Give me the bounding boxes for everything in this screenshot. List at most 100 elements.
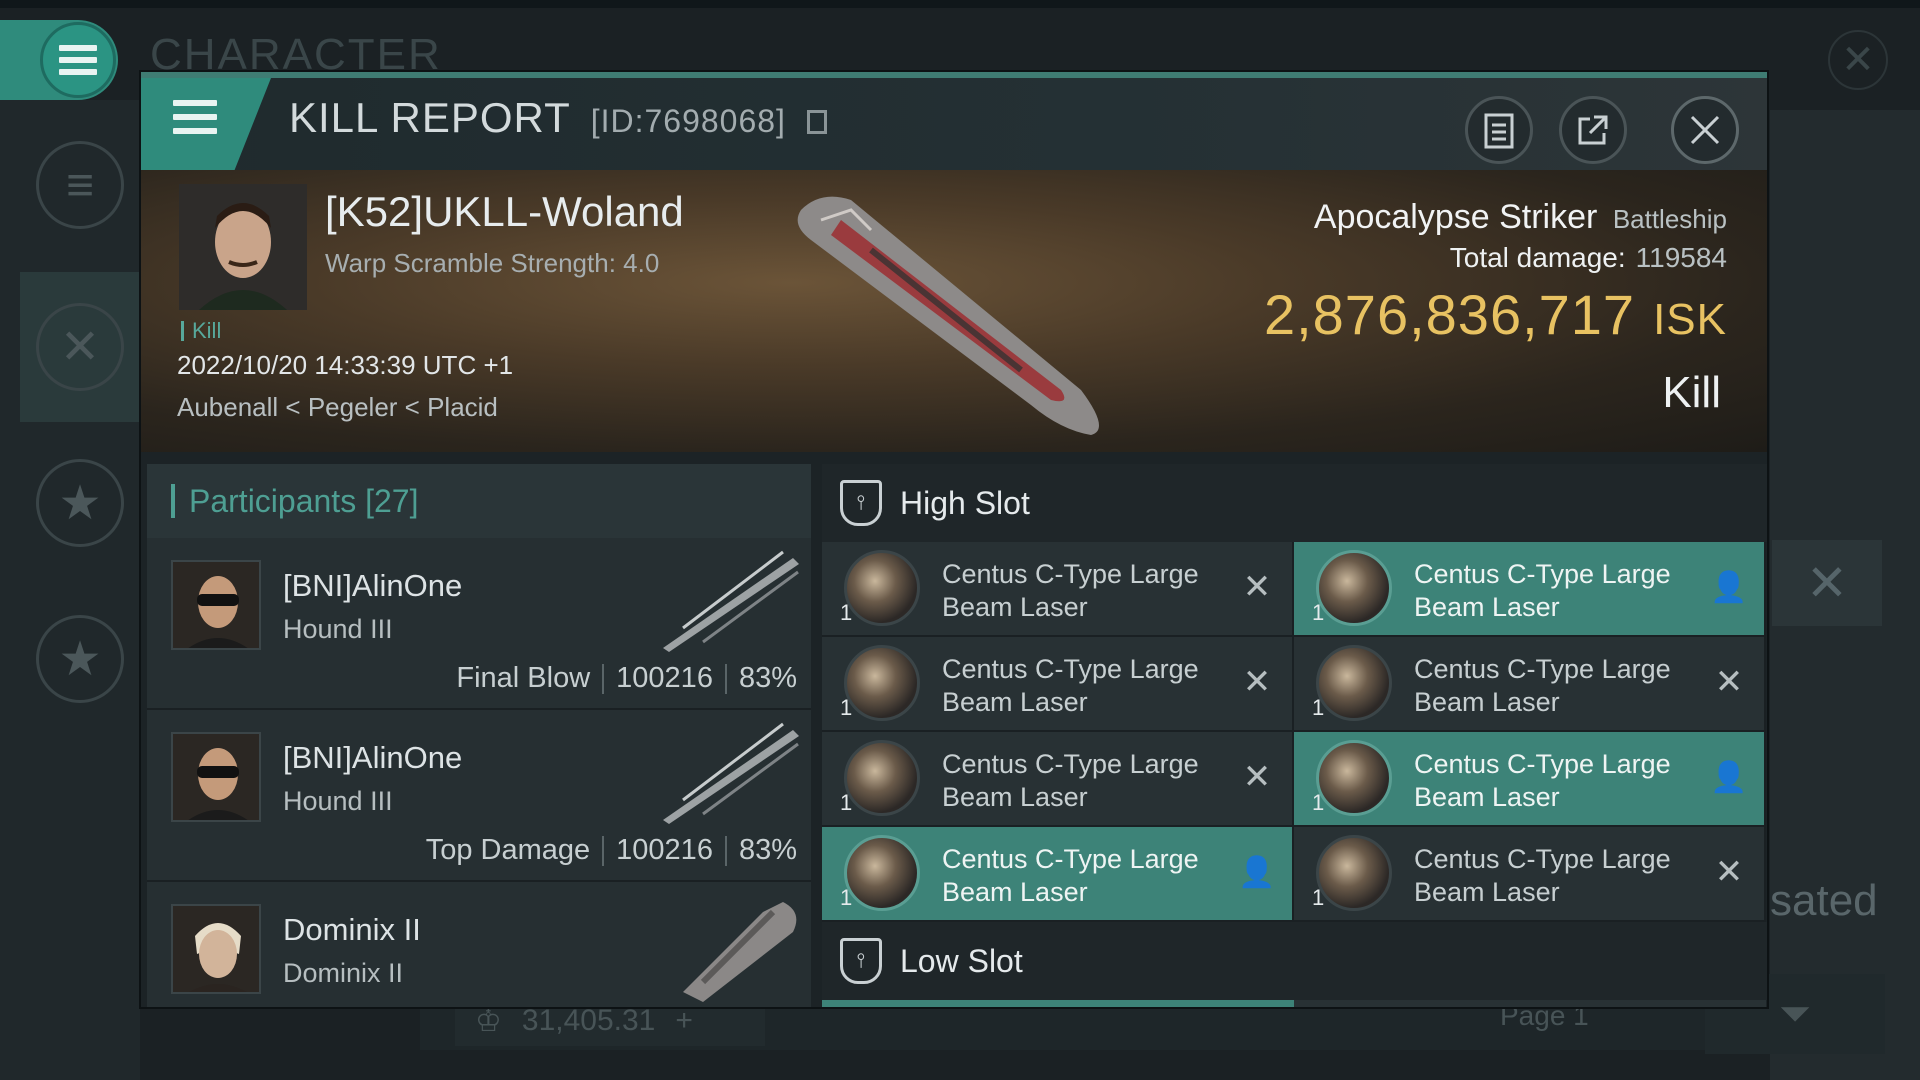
participant-row[interactable]: Dominix II Dominix II	[147, 882, 811, 1007]
kill-report-modal: KILL REPORT [ID:7698068] [K52]UKLL-Wolan…	[141, 72, 1767, 1007]
close-icon	[1690, 115, 1720, 145]
kill-datetime: 2022/10/20 14:33:39 UTC +1	[177, 350, 514, 380]
add-icon[interactable]: +	[675, 1004, 693, 1038]
participant-percent: 83%	[738, 834, 797, 866]
module-item-partial[interactable]	[822, 1000, 1294, 1007]
module-quantity: 1	[1312, 790, 1325, 815]
clipboard-button[interactable]	[1465, 96, 1533, 164]
balance-value: 31,405.31	[521, 1004, 656, 1037]
background-rail-star[interactable]: ★	[20, 428, 140, 578]
participant-percent: 83%	[738, 662, 797, 694]
dropped-person-icon: 👤	[1710, 760, 1748, 794]
module-name: Centus C-Type Large Beam Laser	[1414, 844, 1671, 907]
participant-ship: Dominix II	[283, 958, 404, 988]
participant-name: Dominix II	[283, 912, 421, 947]
low-slot-icon: ⫯	[840, 938, 882, 984]
beam-laser-icon	[844, 550, 920, 626]
dropped-person-icon: 👤	[1710, 570, 1748, 604]
background-top-strip	[0, 0, 1920, 8]
clipboard-icon	[1484, 113, 1514, 149]
participant-row[interactable]: [BNI]AlinOne Hound III Top Damage 100216…	[147, 710, 811, 882]
module-item[interactable]: 1 Centus C-Type Large Beam Laser 👤	[1294, 542, 1766, 637]
victim-portrait[interactable]	[179, 184, 307, 310]
hamburger-icon	[173, 100, 217, 134]
participant-damage: 100216	[616, 662, 713, 694]
low-slot-title: Low Slot	[900, 942, 1023, 979]
fitting-slots: ⫯ High Slot 1 Centus C-Type Large Beam L…	[822, 464, 1767, 1007]
total-damage-value: 119584	[1635, 242, 1727, 273]
module-quantity: 1	[840, 885, 853, 910]
kill-tag: Kill	[181, 318, 221, 344]
victim-ship[interactable]: Apocalypse Striker Battleship	[1314, 198, 1727, 237]
module-quantity: 1	[840, 790, 853, 815]
participant-avatar	[171, 732, 261, 822]
module-item[interactable]: 1 Centus C-Type Large Beam Laser ✕	[822, 637, 1294, 732]
modal-menu-button[interactable]	[141, 78, 271, 170]
warp-scramble-strength: Warp Scramble Strength: 4.0	[325, 248, 660, 278]
module-item[interactable]: 1 Centus C-Type Large Beam Laser ✕	[822, 542, 1294, 637]
low-slot-grid	[822, 1000, 1767, 1007]
module-item[interactable]: 1 Centus C-Type Large Beam Laser ✕	[1294, 637, 1766, 732]
beam-laser-icon	[1316, 550, 1392, 626]
module-quantity: 1	[840, 600, 853, 625]
module-name: Centus C-Type Large Beam Laser	[1414, 559, 1671, 622]
wrench-icon[interactable]: ✕	[1772, 540, 1882, 626]
background-rail-combat[interactable]: ✕	[20, 272, 140, 422]
module-name: Centus C-Type Large Beam Laser	[942, 559, 1199, 622]
destroyed-icon: ✕	[1242, 758, 1272, 796]
participant-row[interactable]: [BNI]AlinOne Hound III Final Blow 100216…	[147, 538, 811, 710]
share-button[interactable]	[1559, 96, 1627, 164]
module-name: Centus C-Type Large Beam Laser	[942, 844, 1199, 907]
participant-stats: Final Blow 100216 83%	[456, 662, 797, 695]
star-badge-icon: ★	[36, 615, 124, 703]
beam-laser-icon	[1316, 645, 1392, 721]
module-name: Centus C-Type Large Beam Laser	[1414, 654, 1671, 717]
high-slot-icon: ⫯	[840, 480, 882, 526]
participant-label: Top Damage	[425, 834, 591, 866]
high-slot-header: ⫯ High Slot	[822, 464, 1767, 542]
participant-name: [BNI]AlinOne	[283, 568, 463, 603]
isk-unit: ISK	[1653, 295, 1727, 344]
victim-ship-name: Apocalypse Striker	[1313, 198, 1598, 236]
kill-id: [ID:7698068]	[590, 103, 786, 139]
close-button[interactable]	[1671, 96, 1739, 164]
destroyed-icon: ✕	[1714, 663, 1744, 701]
beam-laser-icon	[1316, 835, 1392, 911]
module-item[interactable]: 1 Centus C-Type Large Beam Laser ✕	[1294, 827, 1766, 922]
participant-damage: 100216	[616, 834, 713, 866]
background-rail-star-2[interactable]: ★	[20, 584, 140, 734]
participant-ship-image	[663, 550, 799, 652]
module-name: Centus C-Type Large Beam Laser	[1414, 749, 1671, 812]
kill-location[interactable]: Aubenall < Pegeler < Placid	[177, 392, 498, 423]
total-damage: Total damage: 119584	[1450, 242, 1727, 274]
victim-ship-image[interactable]	[781, 180, 1161, 440]
beam-laser-icon	[844, 740, 920, 816]
modal-title-text: KILL REPORT	[289, 94, 571, 141]
victim-pilot-name[interactable]: [K52]UKLL-Woland	[325, 188, 684, 236]
crossed-swords-icon: ✕	[36, 303, 124, 391]
destroyed-icon: ✕	[1714, 853, 1744, 891]
participants-header: Participants [27]	[147, 464, 811, 538]
copy-icon[interactable]	[806, 110, 827, 134]
module-quantity: 1	[840, 695, 853, 720]
beam-laser-icon	[844, 645, 920, 721]
beam-laser-icon	[844, 835, 920, 911]
high-slot-title: High Slot	[900, 484, 1030, 521]
module-item[interactable]: 1 Centus C-Type Large Beam Laser 👤	[822, 827, 1294, 922]
background-rail-list[interactable]: ≡	[20, 110, 140, 260]
background-close-icon[interactable]: ✕	[1828, 30, 1888, 90]
high-slot-grid: 1 Centus C-Type Large Beam Laser ✕ 1 Cen…	[822, 542, 1767, 922]
module-item-partial[interactable]	[1294, 1000, 1766, 1007]
participant-stats: Top Damage 100216 83%	[426, 834, 797, 867]
module-item[interactable]: 1 Centus C-Type Large Beam Laser ✕	[822, 732, 1294, 827]
currency-icon: ♔	[475, 1004, 502, 1038]
module-quantity: 1	[1312, 695, 1325, 720]
list-icon: ≡	[36, 141, 124, 229]
low-slot-header: ⫯ Low Slot	[822, 922, 1767, 1000]
background-menu-button[interactable]	[0, 20, 118, 100]
isk-value: 2,876,836,717 ISK	[1264, 282, 1727, 347]
beam-laser-icon	[1316, 740, 1392, 816]
hamburger-icon	[40, 22, 116, 98]
module-item[interactable]: 1 Centus C-Type Large Beam Laser 👤	[1294, 732, 1766, 827]
participant-ship-image	[683, 902, 797, 1002]
